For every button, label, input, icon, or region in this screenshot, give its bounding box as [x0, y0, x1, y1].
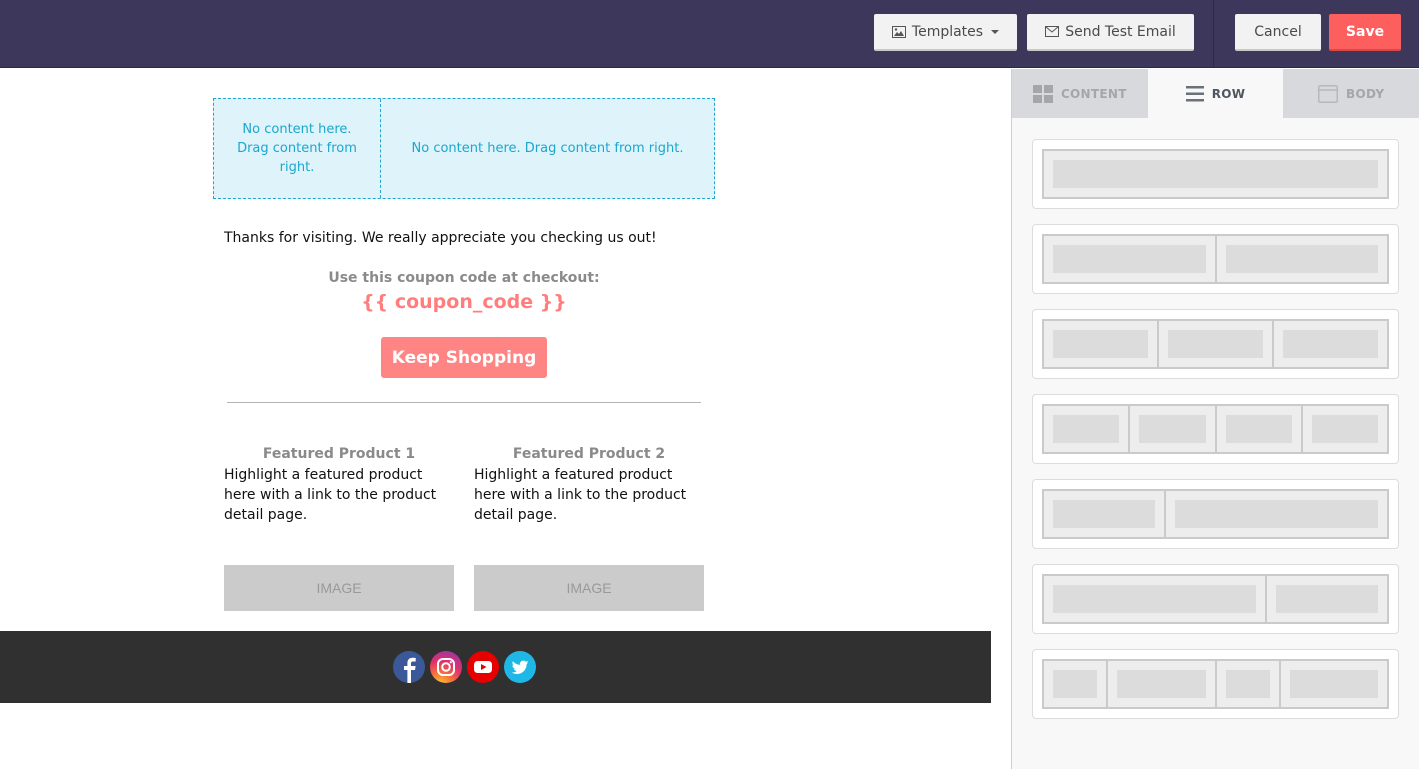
send-test-email-button[interactable]: Send Test Email [1027, 14, 1194, 51]
panel-tabs: CONTENT ROW BODY [1012, 69, 1419, 118]
row-layout-preview [1042, 234, 1389, 284]
product-title: Featured Product 2 [512, 446, 666, 462]
row-layout-preview [1042, 149, 1389, 199]
dropzone-column-left[interactable]: No content here. Drag content from right… [214, 99, 381, 198]
editor-side-panel: CONTENT ROW BODY [1011, 69, 1419, 769]
column-placeholder [1174, 500, 1378, 528]
row-layout-column [1044, 661, 1109, 707]
row-layout-1-column[interactable] [1032, 139, 1399, 209]
row-layout-3-columns[interactable] [1032, 309, 1399, 379]
row-layout-1/3-2/3[interactable] [1032, 479, 1399, 549]
row-layout-column [1108, 661, 1217, 707]
row-layout-2/3-1/3[interactable] [1032, 564, 1399, 634]
row-layout-column [1044, 151, 1387, 197]
row-layout-list [1012, 118, 1419, 719]
empty-row-dropzone[interactable]: No content here. Drag content from right… [213, 98, 715, 199]
row-layout-preview [1042, 659, 1389, 709]
top-toolbar: Templates Send Test Email Cancel Save [0, 0, 1419, 68]
coupon-code[interactable]: {{ coupon_code }} [213, 291, 715, 313]
column-placeholder [1053, 160, 1378, 188]
row-layout-column [1217, 661, 1281, 707]
row-layout-column [1044, 406, 1131, 452]
row-layout-column [1159, 321, 1274, 367]
tab-content-label: CONTENT [1060, 86, 1127, 101]
tab-content[interactable]: CONTENT [1012, 69, 1148, 118]
toolbar-separator [1213, 0, 1214, 68]
row-layout-column [1274, 321, 1387, 367]
row-layout-column [1044, 236, 1217, 282]
column-placeholder [1139, 415, 1206, 443]
row-layout-column [1217, 236, 1388, 282]
caret-down-icon [991, 29, 1000, 34]
product-description: Highlight a featured product here with a… [474, 467, 687, 523]
row-layout-column [1044, 321, 1159, 367]
row-layout-2-columns[interactable] [1032, 224, 1399, 294]
row-layout-preview [1042, 489, 1389, 539]
column-placeholder [1053, 585, 1257, 613]
grid-icon [1032, 84, 1053, 103]
cancel-button[interactable]: Cancel [1235, 14, 1321, 51]
column-placeholder [1053, 245, 1206, 273]
facebook-icon[interactable] [393, 651, 425, 683]
row-layout-preview [1042, 404, 1389, 454]
row-layout-column [1281, 661, 1387, 707]
product-title: Featured Product 1 [262, 446, 416, 462]
row-layout-column [1166, 491, 1387, 537]
featured-product-1[interactable]: Featured Product 1 Highlight a featured … [224, 446, 454, 525]
envelope-icon [1045, 26, 1060, 37]
featured-product-2[interactable]: Featured Product 2 Highlight a featured … [474, 446, 704, 525]
image-icon [891, 25, 906, 38]
body-icon [1318, 84, 1339, 103]
row-layout-4-columns[interactable] [1032, 394, 1399, 464]
email-footer[interactable] [0, 631, 991, 703]
image-placeholder-2[interactable]: IMAGE [474, 565, 704, 611]
coupon-label[interactable]: Use this coupon code at checkout: [213, 270, 715, 286]
twitter-icon[interactable] [504, 651, 536, 683]
column-placeholder [1283, 330, 1378, 358]
row-layout-column [1130, 406, 1217, 452]
column-placeholder [1225, 415, 1292, 443]
row-layout-preview [1042, 574, 1389, 624]
social-icons [393, 651, 536, 683]
column-placeholder [1117, 670, 1206, 698]
youtube-icon[interactable] [467, 651, 499, 683]
row-layout-column [1267, 576, 1387, 622]
divider[interactable] [227, 402, 701, 403]
column-placeholder [1053, 670, 1098, 698]
tab-body-label: BODY [1346, 86, 1385, 101]
row-layout-column [1303, 406, 1387, 452]
column-placeholder [1311, 415, 1378, 443]
dropzone-column-right[interactable]: No content here. Drag content from right… [381, 99, 714, 198]
column-placeholder [1225, 670, 1270, 698]
thanks-text[interactable]: Thanks for visiting. We really appreciat… [224, 230, 657, 246]
email-canvas: No content here. Drag content from right… [0, 69, 1011, 769]
column-placeholder [1225, 245, 1378, 273]
send-test-label: Send Test Email [1065, 23, 1176, 40]
instagram-icon[interactable] [430, 651, 462, 683]
rows-icon [1185, 85, 1204, 101]
column-placeholder [1053, 330, 1148, 358]
templates-dropdown-button[interactable]: Templates [874, 14, 1017, 51]
row-layout-column [1044, 491, 1166, 537]
row-layout-column [1044, 576, 1268, 622]
product-description: Highlight a featured product here with a… [224, 467, 437, 523]
row-layout-preview [1042, 319, 1389, 369]
save-button[interactable]: Save [1329, 14, 1401, 51]
keep-shopping-button[interactable]: Keep Shopping [381, 337, 547, 378]
column-placeholder [1276, 585, 1378, 613]
column-placeholder [1168, 330, 1263, 358]
column-placeholder [1053, 415, 1120, 443]
templates-label: Templates [911, 23, 984, 40]
row-layout-mixed-4[interactable] [1032, 649, 1399, 719]
tab-row[interactable]: ROW [1147, 69, 1284, 118]
column-placeholder [1289, 670, 1378, 698]
image-placeholder-1[interactable]: IMAGE [224, 565, 454, 611]
tab-body[interactable]: BODY [1283, 69, 1419, 118]
tab-row-label: ROW [1211, 86, 1246, 101]
row-layout-column [1217, 406, 1303, 452]
column-placeholder [1053, 500, 1155, 528]
